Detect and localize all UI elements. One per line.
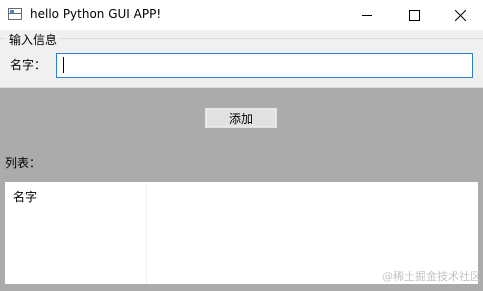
- window-title: hello Python GUI APP!: [30, 7, 162, 21]
- maximize-icon: [408, 9, 420, 21]
- watermark: @稀土掘金技术社区: [382, 270, 481, 283]
- group-border-bottom: [0, 87, 483, 88]
- name-label: 名字：: [10, 58, 47, 72]
- group-border-left: [0, 38, 6, 39]
- app-window-icon: [8, 8, 22, 20]
- close-icon: [454, 9, 466, 21]
- group-title: 输入信息: [8, 31, 59, 48]
- maximize-button[interactable]: [391, 0, 437, 30]
- minimize-button[interactable]: [344, 0, 390, 30]
- close-button[interactable]: [437, 0, 483, 30]
- name-input[interactable]: [56, 53, 473, 78]
- add-button-label: 添加: [228, 111, 253, 126]
- minimize-icon: [361, 14, 372, 16]
- column-header-name[interactable]: 名字: [13, 188, 37, 205]
- text-caret: [63, 57, 64, 73]
- list-label: 列表：: [5, 156, 42, 170]
- group-border-right: [58, 38, 483, 39]
- title-bar[interactable]: hello Python GUI APP!: [0, 0, 483, 30]
- add-button[interactable]: 添加: [204, 107, 278, 129]
- column-divider[interactable]: [146, 182, 147, 284]
